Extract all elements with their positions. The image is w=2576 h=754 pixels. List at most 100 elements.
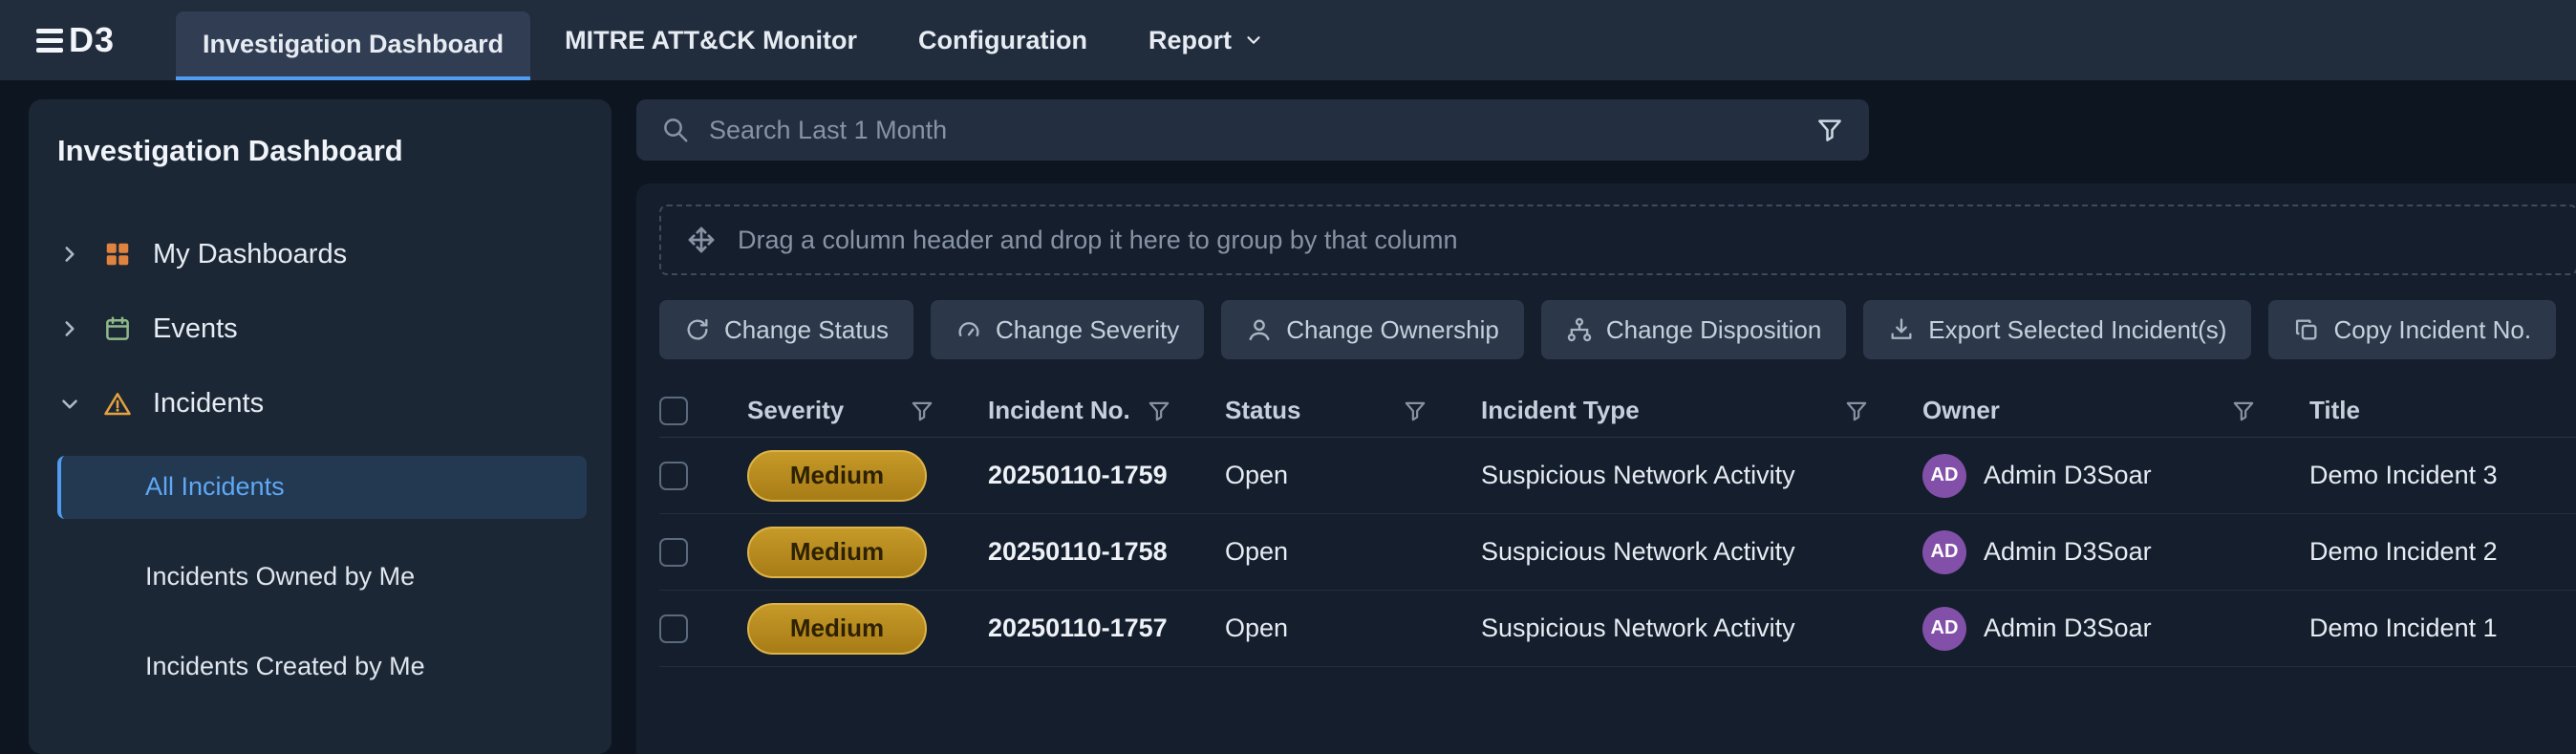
column-header-incident-no: Incident No. [988,396,1225,425]
sidebar-subitem-label: Incidents Owned by Me [145,562,415,592]
button-label: Change Ownership [1286,315,1499,345]
severity-badge: Medium [747,450,927,502]
table-header-row: Severity Incident No. Status Incide [659,384,2576,438]
group-by-drop-zone[interactable]: Drag a column header and drop it here to… [659,205,2576,275]
incident-no-cell: 20250110-1758 [988,537,1225,567]
change-status-icon [684,316,711,343]
export-icon [1888,316,1915,343]
filter-funnel-icon[interactable] [910,399,934,423]
owner-name: Admin D3Soar [1984,461,2152,490]
calendar-icon [103,314,132,343]
column-header-status: Status [1225,396,1481,425]
incident-no-cell: 20250110-1757 [988,614,1225,643]
sidebar-title: Investigation Dashboard [57,134,587,168]
status-cell: Open [1225,537,1481,567]
incidents-table: Severity Incident No. Status Incide [659,384,2576,667]
incident-type-cell: Suspicious Network Activity [1481,461,1922,490]
owner-name: Admin D3Soar [1984,537,2152,567]
title-cell: Demo Incident 2 [2309,537,2576,567]
filter-funnel-icon[interactable] [1403,399,1428,423]
filter-funnel-icon[interactable] [1844,399,1869,423]
severity-cell: Medium [747,603,988,655]
title-cell: Demo Incident 1 [2309,614,2576,643]
select-all-cell [659,397,747,425]
avatar: AD [1922,607,1966,651]
button-label: Export Selected Incident(s) [1928,315,2226,345]
app-window: D3 Investigation Dashboard MITRE ATT&CK … [0,0,2576,754]
sidebar-item-all-incidents[interactable]: All Incidents [57,456,587,519]
row-checkbox[interactable] [659,462,688,490]
nav-tab-report[interactable]: Report [1122,0,1291,80]
nav-tab-label: Report [1148,26,1232,55]
sidebar-item-incidents[interactable]: Incidents [57,387,587,421]
change-disposition-icon [1566,316,1593,343]
column-header-owner: Owner [1922,396,2309,425]
incident-type-cell: Suspicious Network Activity [1481,537,1922,567]
column-header-label: Incident No. [988,396,1130,425]
column-header-label: Owner [1922,396,2000,425]
sidebar-item-events[interactable]: Events [57,312,587,346]
severity-badge: Medium [747,603,927,655]
column-header-label: Incident Type [1481,396,1640,425]
export-selected-incidents-button[interactable]: Export Selected Incident(s) [1863,300,2251,359]
change-ownership-icon [1246,316,1273,343]
search-bar [636,99,1869,161]
bulk-actions-toolbar: Change Status Change Severity Change Own… [659,300,2576,359]
table-row[interactable]: Medium 20250110-1758 Open Suspicious Net… [659,514,2576,591]
sidebar-item-label: Events [153,313,238,345]
change-ownership-button[interactable]: Change Ownership [1221,300,1524,359]
nav-tab-mitre-attck-monitor[interactable]: MITRE ATT&CK Monitor [538,0,884,80]
button-label: Change Disposition [1606,315,1821,345]
search-input[interactable] [709,116,1796,145]
top-nav-bar: D3 Investigation Dashboard MITRE ATT&CK … [0,0,2576,80]
row-checkbox[interactable] [659,614,688,643]
row-select-cell [659,538,747,567]
column-header-incident-type: Incident Type [1481,396,1922,425]
column-header-label: Status [1225,396,1300,425]
column-header-severity: Severity [747,396,988,425]
chevron-right-icon [57,242,82,267]
copy-icon [2293,316,2320,343]
chevron-right-icon [57,316,82,341]
sidebar-item-incidents-owned-by-me[interactable]: Incidents Owned by Me [57,546,587,609]
sidebar: Investigation Dashboard My Dashboards Ev… [29,99,612,754]
copy-incident-no-button[interactable]: Copy Incident No. [2268,300,2556,359]
row-select-cell [659,462,747,490]
chevron-down-icon [1243,30,1264,51]
nav-tab-configuration[interactable]: Configuration [891,0,1114,80]
incidents-panel: Drag a column header and drop it here to… [636,183,2576,754]
group-by-hint-text: Drag a column header and drop it here to… [738,226,1457,255]
table-row[interactable]: Medium 20250110-1757 Open Suspicious Net… [659,591,2576,667]
column-header-label: Title [2309,396,2360,425]
button-label: Change Severity [996,315,1179,345]
chevron-down-icon [57,392,82,417]
dashboard-grid-icon [103,240,132,269]
sidebar-item-incidents-created-by-me[interactable]: Incidents Created by Me [57,636,587,699]
d3-logo-bars-icon [36,29,63,53]
sidebar-subitem-label: Incidents Created by Me [145,652,425,681]
warning-icon [103,390,132,419]
change-severity-button[interactable]: Change Severity [931,300,1204,359]
sidebar-item-my-dashboards[interactable]: My Dashboards [57,237,587,271]
change-disposition-button[interactable]: Change Disposition [1541,300,1846,359]
severity-badge: Medium [747,527,927,578]
incidents-submenu: All Incidents Incidents Owned by Me Inci… [57,456,587,725]
filter-funnel-icon[interactable] [2231,399,2256,423]
row-checkbox[interactable] [659,538,688,567]
avatar: AD [1922,454,1966,498]
d3-logo[interactable]: D3 [36,0,115,80]
button-label: Copy Incident No. [2333,315,2531,345]
column-header-label: Severity [747,396,844,425]
nav-tab-investigation-dashboard[interactable]: Investigation Dashboard [176,11,530,80]
change-status-button[interactable]: Change Status [659,300,913,359]
content-area: Investigation Dashboard My Dashboards Ev… [0,80,2576,754]
search-filter-icon[interactable] [1815,116,1844,144]
avatar: AD [1922,530,1966,574]
table-row[interactable]: Medium 20250110-1759 Open Suspicious Net… [659,438,2576,514]
owner-cell: AD Admin D3Soar [1922,607,2309,651]
row-select-cell [659,614,747,643]
select-all-checkbox[interactable] [659,397,688,425]
nav-tabs: Investigation Dashboard MITRE ATT&CK Mon… [176,0,1291,80]
severity-cell: Medium [747,527,988,578]
filter-funnel-icon[interactable] [1147,399,1171,423]
